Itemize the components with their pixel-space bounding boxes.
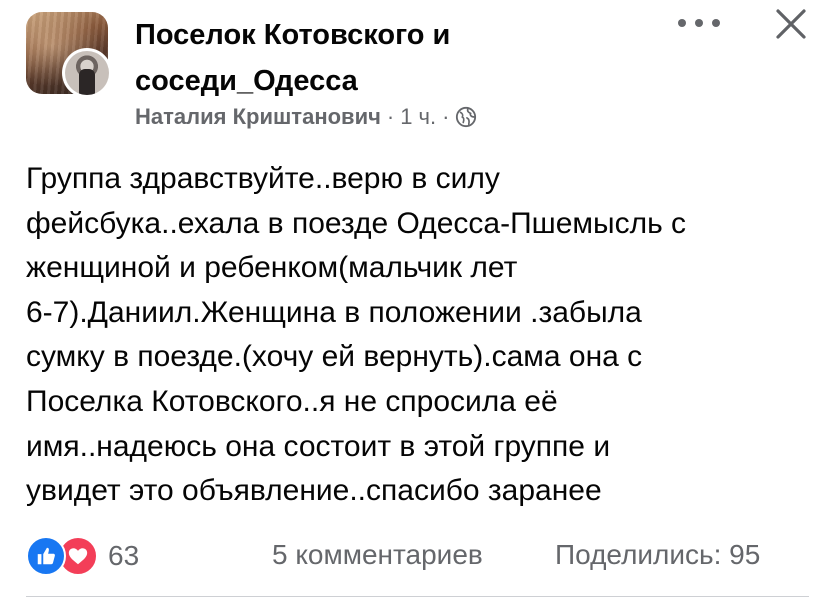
post-time-link[interactable]: 1 ч. (400, 104, 436, 130)
meta-separator: · (386, 104, 395, 129)
reaction-count: 63 (108, 540, 140, 571)
post-text: Группа здравствуйте..верю в силу фейсбук… (26, 162, 687, 508)
comments-count-link[interactable]: 5 комментариев (272, 539, 483, 571)
reactions-summary[interactable]: 63 (26, 536, 139, 576)
globe-icon (456, 106, 477, 128)
like-icon (26, 536, 66, 576)
author-avatar[interactable] (62, 48, 112, 98)
more-horizontal-icon[interactable] (674, 12, 724, 34)
post-card: Поселок Котовского и соседи_Одесса Натал… (0, 0, 835, 600)
close-icon[interactable] (775, 8, 807, 40)
author-name-link[interactable]: Наталия Криштанович (135, 104, 381, 130)
shares-count-link[interactable]: Поделились: 95 (555, 539, 760, 571)
divider (26, 596, 809, 597)
group-name-link[interactable]: Поселок Котовского и соседи_Одесса (135, 12, 595, 104)
meta-separator-2: · (442, 104, 450, 129)
post-meta: Наталия Криштанович · 1 ч. · (135, 104, 477, 130)
author-avatar-image (65, 51, 109, 95)
